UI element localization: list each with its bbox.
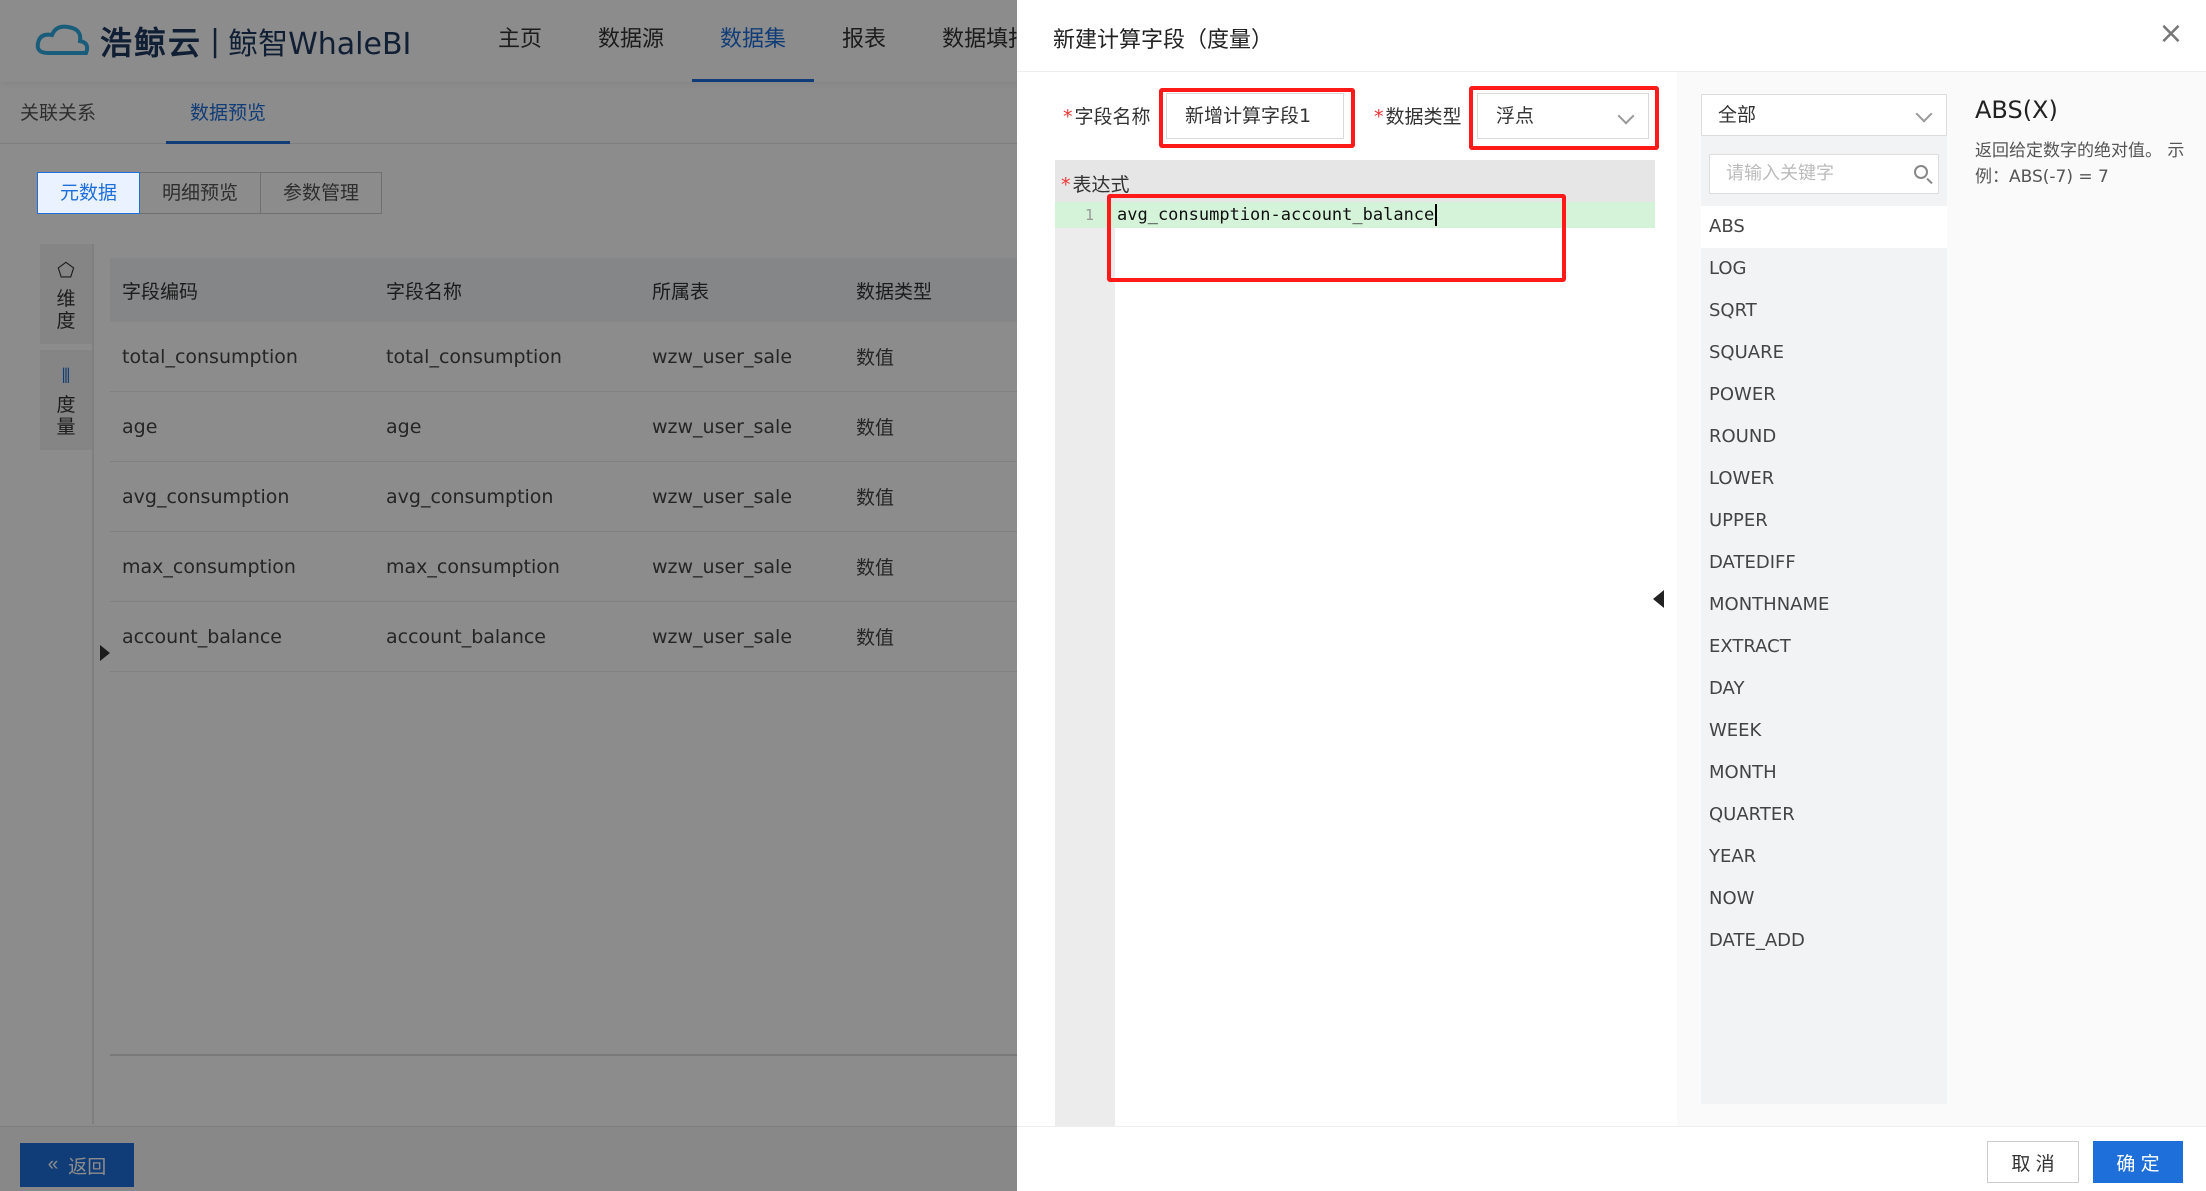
function-item[interactable]: ABS [1701,206,1947,248]
function-item[interactable]: SQRT [1701,290,1947,332]
segment-metadata[interactable]: 元数据 [37,172,141,214]
data-type-label: * 数据类型 [1374,106,1462,128]
function-item[interactable]: DATE_ADD [1701,920,1947,962]
function-item[interactable]: NOW [1701,878,1947,920]
field-name-label: * 字段名称 [1063,106,1151,128]
function-list: ABS LOG SQRT SQUARE POWER ROUND LOWER UPPER DATE… [1701,206,1947,962]
search-icon[interactable] [1914,165,1928,179]
function-item[interactable]: DAY [1701,668,1947,710]
line-number: 1 [1085,206,1095,224]
function-description: 返回给定数字的绝对值。 示例：ABS(-7) = 7 [1975,141,2185,187]
calculated-field-drawer: 新建计算字段（度量） × * 字段名称 新增计算字段1 * 数据类型 浮点 * 表达式… [1017,0,2206,1191]
expression-editor[interactable]: * 表达式 1 avg_consumption-account_balance [1055,160,1655,1126]
function-item[interactable]: UPPER [1701,500,1947,542]
chevron-down-icon [1617,107,1635,125]
drawer-footer: 取 消 确 定 [1017,1126,2206,1191]
drawer-title: 新建计算字段（度量） [1053,28,1274,53]
text-caret [1435,204,1438,226]
data-type-select[interactable]: 浮点 [1477,93,1649,139]
close-icon[interactable]: × [2156,19,2186,50]
function-item[interactable]: POWER [1701,374,1947,416]
function-item[interactable]: YEAR [1701,836,1947,878]
expression-code[interactable]: avg_consumption-account_balance [1117,202,1438,228]
editor-gutter [1055,206,1115,1126]
function-list-box: 全部 请输入关键字 ABS LOG SQRT SQUARE POWER ROUND LOWE… [1701,94,1947,1104]
function-item[interactable]: QUARTER [1701,794,1947,836]
function-category-select[interactable]: 全部 [1701,94,1947,136]
function-panel: 全部 请输入关键字 ABS LOG SQRT SQUARE POWER ROUND LOWE… [1677,72,2206,1126]
function-item[interactable]: WEEK [1701,710,1947,752]
function-item[interactable]: ROUND [1701,416,1947,458]
confirm-button[interactable]: 确 定 [2093,1141,2183,1183]
function-item[interactable]: LOWER [1701,458,1947,500]
function-item[interactable]: MONTHNAME [1701,584,1947,626]
cancel-button[interactable]: 取 消 [1987,1141,2079,1183]
chevron-down-icon [1915,105,1933,123]
expression-label: * 表达式 [1055,160,1655,206]
drawer-header: 新建计算字段（度量） × [1017,0,2206,72]
function-item[interactable]: MONTH [1701,752,1947,794]
function-item[interactable]: SQUARE [1701,332,1947,374]
function-signature: ABS(X) [1975,96,2058,124]
function-item[interactable]: EXTRACT [1701,626,1947,668]
function-item[interactable]: LOG [1701,248,1947,290]
function-doc: ABS(X) 返回给定数字的绝对值。 示例：ABS(-7) = 7 [1975,96,2201,190]
collapse-panel-icon[interactable] [1653,590,1664,608]
function-search-input[interactable]: 请输入关键字 [1709,154,1939,194]
field-name-input[interactable]: 新增计算字段1 [1166,93,1344,139]
function-item[interactable]: DATEDIFF [1701,542,1947,584]
